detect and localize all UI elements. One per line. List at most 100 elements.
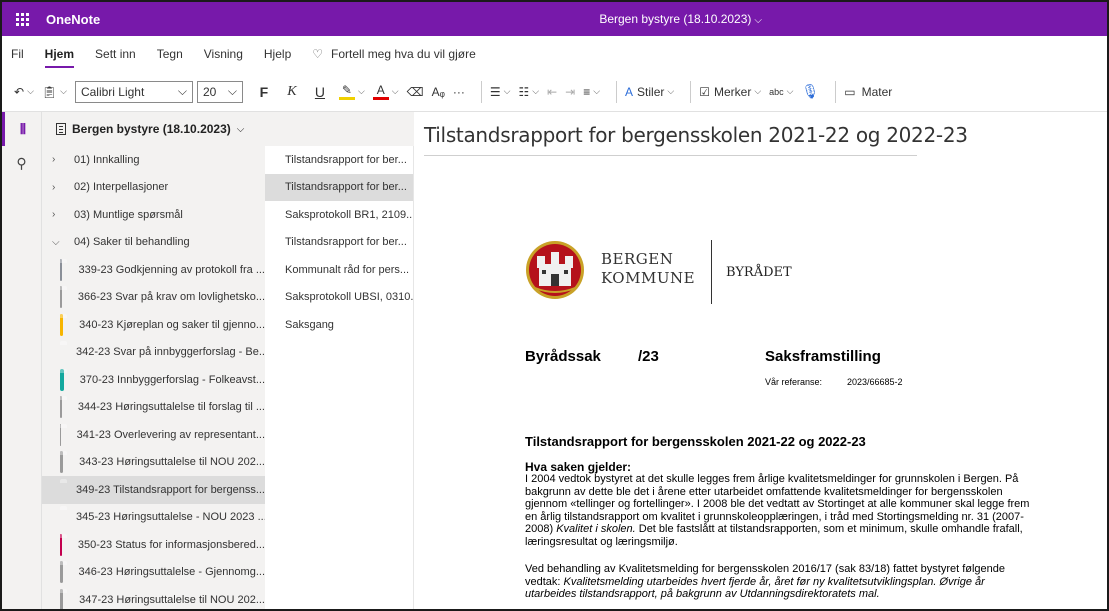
chevron-down-icon: ⌵	[667, 86, 675, 96]
notebooks-button[interactable]: ⫴	[2, 112, 41, 146]
notebook-switcher[interactable]: Bergen bystyre (18.10.2023) ⌵	[42, 112, 414, 146]
highlight-button[interactable]: ✎ ⌵	[338, 82, 365, 100]
section-item[interactable]: 344-23 Høringsuttalelse til forslag til …	[42, 394, 265, 422]
bullets-button[interactable]: ☰ ⌵	[490, 85, 511, 99]
title-bar: OneNote Bergen bystyre (18.10.2023) ⌵	[2, 2, 1107, 36]
notebook-name: Bergen bystyre (18.10.2023)	[72, 122, 231, 136]
section-item[interactable]: 339-23 Godkjenning av protokoll fra ...	[42, 256, 265, 284]
bold-button[interactable]: F	[253, 84, 275, 100]
section-label: 340-23 Kjøreplan og saker til gjenno...	[79, 318, 265, 331]
section-item[interactable]: 347-23 Høringsuttalelse til NOU 202...	[42, 586, 265, 609]
chevron-right-icon: ›	[52, 154, 56, 166]
page-canvas[interactable]: Tilstandsrapport for bergensskolen 2021-…	[415, 112, 1107, 609]
immersive-reader-button[interactable]: ▭ Mater	[844, 85, 892, 99]
chevron-down-icon: ⌵	[60, 86, 67, 96]
clipboard-icon: 📋︎	[41, 84, 58, 99]
embedded-document: BERGEN KOMMUNE BYRÅDET Byrådssak /23 Sak…	[415, 112, 1107, 609]
more-button[interactable]: ···	[453, 85, 465, 99]
font-name-dropdown[interactable]: Calibri Light ⌵	[74, 80, 193, 103]
menu-hjem[interactable]: Hjem	[44, 44, 75, 68]
numbering-button[interactable]: ☷ ⌵	[518, 85, 539, 99]
notebook-title-label: Bergen bystyre (18.10.2023)	[599, 12, 752, 26]
clear-formatting-button[interactable]: ⌫	[407, 85, 424, 99]
bullet-list-icon: ☰	[489, 84, 501, 99]
page-item[interactable]: Tilstandsrapport for ber...	[265, 146, 413, 174]
highlighter-icon: ✎	[341, 82, 352, 97]
menu-sett-inn[interactable]: Sett inn	[95, 44, 136, 64]
section-item[interactable]: 345-23 Høringsuttalelse - NOU 2023 ...	[42, 504, 265, 532]
chevron-down-icon: ⌵	[786, 86, 794, 96]
page-item-selected[interactable]: Tilstandsrapport for ber...	[265, 173, 413, 201]
section-group[interactable]: › 03) Muntlige spørsmål	[42, 201, 265, 229]
menu-fil[interactable]: Fil	[11, 44, 24, 64]
page-item[interactable]: Saksprotokoll UBSI, 0310...	[265, 284, 413, 312]
chevron-down-icon: ⌵	[532, 86, 540, 96]
increase-indent-button[interactable]: ⇥	[565, 85, 575, 99]
spelling-icon: abc	[769, 86, 784, 97]
section-item[interactable]: 343-23 Høringsuttalelse til NOU 202...	[42, 449, 265, 477]
pages-pane: Tilstandsrapport for ber... Tilstandsrap…	[265, 146, 414, 609]
nav-rail: ⫴ ⚲	[2, 112, 42, 609]
section-color-tab	[60, 588, 68, 609]
undo-button[interactable]: ↶ ⌵	[14, 85, 34, 99]
menu-hjelp[interactable]: Hjelp	[264, 44, 291, 64]
format-painter-button[interactable]: Aᵩ	[432, 85, 445, 99]
section-item-selected[interactable]: 349-23 Tilstandsrapport for bergenss...	[42, 476, 265, 504]
microphone-icon: 🎙︎	[801, 83, 820, 99]
alignment-button[interactable]: ≡ ⌵	[583, 85, 600, 99]
section-item[interactable]: 340-23 Kjøreplan og saker til gjenno...	[42, 311, 265, 339]
page-item[interactable]: Tilstandsrapport for ber...	[265, 229, 413, 257]
search-button[interactable]: ⚲	[2, 146, 41, 180]
section-item[interactable]: 370-23 Innbyggerforslag - Folkeavst...	[42, 366, 265, 394]
paste-button[interactable]: 📋︎ ⌵	[42, 85, 67, 99]
chevron-down-icon: ⌵	[227, 84, 237, 98]
chevron-right-icon: ›	[52, 181, 56, 193]
chevron-down-icon: ⌵	[754, 86, 762, 96]
case-type-label: Byrådssak	[525, 348, 601, 365]
styles-icon: A	[625, 84, 634, 99]
section-group-label: 01) Innkalling	[74, 153, 140, 166]
bergen-coat-of-arms-logo	[526, 241, 584, 299]
section-group[interactable]: ⌵ 04) Saker til behandling	[42, 229, 265, 257]
section-item[interactable]: 342-23 Svar på innbyggerforslag - Be...	[42, 339, 265, 367]
tags-button[interactable]: ☑ Merker ⌵	[699, 85, 761, 99]
chevron-down-icon: ⌵	[27, 86, 34, 96]
section-label: 366-23 Svar på krav om lovlighetsko...	[77, 291, 265, 304]
paragraph-heading: Hva saken gjelder:	[525, 460, 632, 474]
menu-visning[interactable]: Visning	[204, 44, 243, 64]
chevron-down-icon: ⌵	[177, 84, 187, 98]
section-item[interactable]: 341-23 Overlevering av representant...	[42, 421, 265, 449]
italic-button[interactable]: K	[281, 84, 303, 100]
brand-line-1: BERGEN	[601, 250, 674, 268]
font-color-swatch	[372, 96, 389, 100]
section-group-label: 03) Muntlige spørsmål	[74, 208, 183, 221]
font-color-button[interactable]: A ⌵	[372, 83, 399, 100]
tell-me-search[interactable]: ♡ Fortell meg hva du vil gjøre	[312, 47, 476, 61]
section-group[interactable]: › 02) Interpellasjoner	[42, 174, 265, 202]
page-item[interactable]: Saksprotokoll BR1, 2109...	[265, 201, 413, 229]
menu-tegn[interactable]: Tegn	[157, 44, 183, 64]
section-item[interactable]: 366-23 Svar på krav om lovlighetsko...	[42, 284, 265, 312]
divider	[480, 80, 482, 103]
section-item[interactable]: 350-23 Status for informasjonsbered...	[42, 531, 265, 559]
underline-button[interactable]: U	[309, 84, 331, 100]
section-group[interactable]: › 01) Innkalling	[42, 146, 265, 174]
notebook-title[interactable]: Bergen bystyre (18.10.2023) ⌵	[2, 12, 1107, 26]
font-size-dropdown[interactable]: 20 ⌵	[196, 80, 243, 103]
styles-button[interactable]: A Stiler ⌵	[625, 85, 674, 99]
section-label: 342-23 Svar på innbyggerforslag - Be...	[76, 346, 265, 359]
document-heading: Tilstandsrapport for bergensskolen 2021-…	[525, 434, 866, 449]
section-item[interactable]: 346-23 Høringsuttalelse - Gjennomg...	[42, 559, 265, 587]
dictate-button[interactable]: 🎙︎	[802, 83, 820, 100]
spelling-button[interactable]: abc ⌵	[769, 86, 793, 97]
notebooks-icon: ⫴	[20, 120, 26, 137]
decrease-indent-button[interactable]: ⇤	[547, 85, 557, 99]
sections-pane: › 01) Innkalling › 02) Interpellasjoner › 0…	[42, 146, 265, 609]
undo-icon: ↶	[14, 84, 25, 99]
section-color-tab	[60, 258, 69, 281]
section-label: 343-23 Høringsuttalelse til NOU 202...	[79, 456, 265, 469]
page-item[interactable]: Saksgang	[265, 311, 413, 339]
page-item[interactable]: Kommunalt råd for pers...	[265, 256, 413, 284]
section-color-tab	[60, 533, 67, 556]
reference-value: 2023/66685-2	[847, 377, 903, 387]
